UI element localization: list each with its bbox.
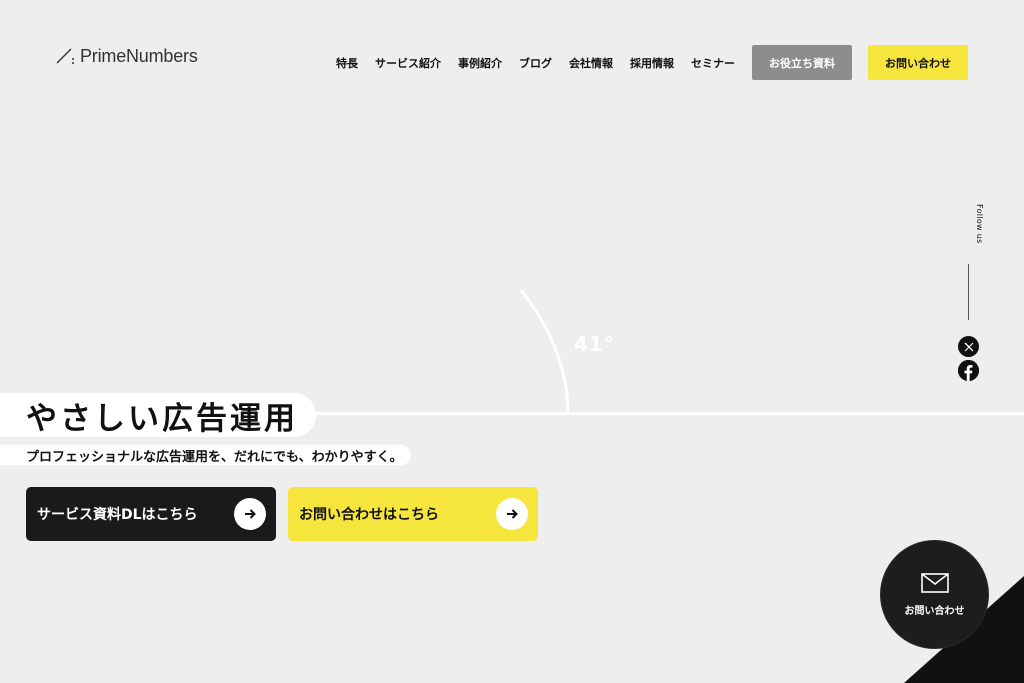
envelope-icon: [920, 572, 949, 593]
arrow-right-icon: [496, 498, 528, 530]
facebook-icon[interactable]: [958, 360, 979, 381]
headline-box: やさしい広告運用: [0, 393, 316, 437]
hero-subline: プロフェッショナルな広告運用を、だれにでも、わかりやすく。: [26, 449, 403, 465]
hero-contact-button[interactable]: お問い合わせはこちら: [288, 487, 538, 541]
x-icon[interactable]: [958, 336, 979, 357]
arrow-right-icon: [234, 498, 266, 530]
download-materials-button[interactable]: サービス資料DLはこちら: [26, 487, 276, 541]
floating-contact-label: お問い合わせ: [904, 605, 965, 617]
hero-headline: やさしい広告運用: [26, 400, 298, 437]
download-materials-label: サービス資料DLはこちら: [37, 507, 198, 523]
hero-contact-label: お問い合わせはこちら: [299, 507, 439, 523]
page: PrimeNumbers 特長 サービス紹介 事例紹介 ブログ 会社情報 採用情…: [0, 0, 1024, 683]
follow-us-label: Follow us: [975, 204, 984, 244]
angle-label: 41°: [574, 332, 615, 356]
follow-divider: [968, 264, 969, 320]
subline-box: プロフェッショナルな広告運用を、だれにでも、わかりやすく。: [0, 445, 411, 465]
angle-arc-graphic: [519, 289, 570, 415]
floating-contact-button[interactable]: お問い合わせ: [881, 541, 988, 648]
